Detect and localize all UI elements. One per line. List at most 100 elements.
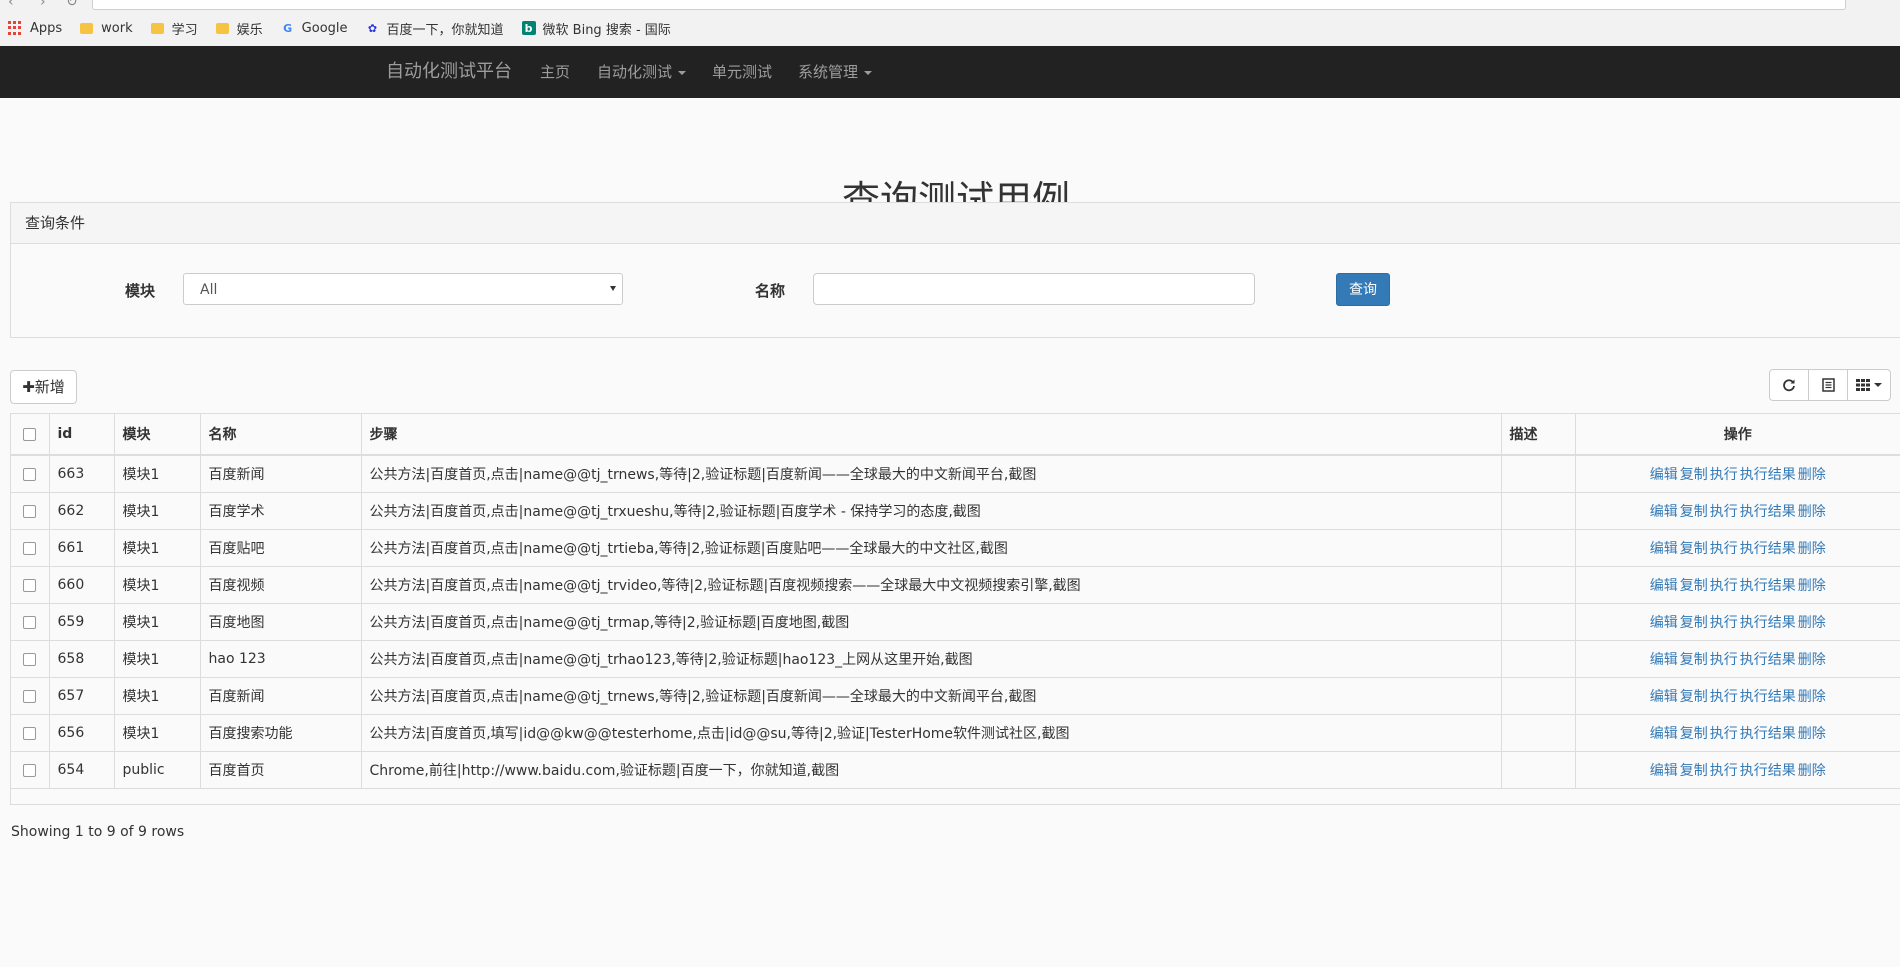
run-result-link[interactable]: 执行结果 xyxy=(1740,541,1796,557)
select-all-checkbox[interactable] xyxy=(11,414,50,456)
bookmark-entertainment[interactable]: 娱乐 xyxy=(215,19,263,38)
run-link[interactable]: 执行 xyxy=(1710,652,1738,668)
refresh-button[interactable] xyxy=(1769,369,1809,401)
delete-link[interactable]: 删除 xyxy=(1798,726,1826,742)
edit-link[interactable]: 编辑 xyxy=(1650,578,1678,594)
run-result-link[interactable]: 执行结果 xyxy=(1740,578,1796,594)
delete-link[interactable]: 删除 xyxy=(1798,652,1826,668)
bookmark-apps[interactable]: Apps xyxy=(8,21,62,36)
columns-button[interactable] xyxy=(1847,369,1891,401)
row-checkbox[interactable] xyxy=(11,529,50,567)
delete-link[interactable]: 删除 xyxy=(1798,467,1826,483)
bookmark-baidu[interactable]: ✿ 百度一下，你就知道 xyxy=(366,19,504,38)
delete-link[interactable]: 删除 xyxy=(1798,504,1826,520)
delete-link[interactable]: 删除 xyxy=(1798,578,1826,594)
delete-link[interactable]: 删除 xyxy=(1798,541,1826,557)
nav-item-system[interactable]: 系统管理 xyxy=(798,46,873,98)
query-button[interactable]: 查询 xyxy=(1336,273,1390,306)
copy-link[interactable]: 复制 xyxy=(1680,541,1708,557)
edit-link[interactable]: 编辑 xyxy=(1650,467,1678,483)
caret-down-icon xyxy=(864,70,873,75)
copy-link[interactable]: 复制 xyxy=(1680,689,1708,705)
copy-link[interactable]: 复制 xyxy=(1680,504,1708,520)
checkbox-icon xyxy=(23,615,37,629)
cell-steps: 公共方法|百度首页,点击|name@@tj_trhao123,等待|2,验证标题… xyxy=(361,640,1502,678)
row-checkbox[interactable] xyxy=(11,455,50,493)
edit-link[interactable]: 编辑 xyxy=(1650,689,1678,705)
table-row: 662 模块1 百度学术 公共方法|百度首页,点击|name@@tj_trxueshu… xyxy=(11,492,1900,530)
nav-item-automation[interactable]: 自动化测试 xyxy=(597,46,687,98)
run-result-link[interactable]: 执行结果 xyxy=(1740,615,1796,631)
run-link[interactable]: 执行 xyxy=(1710,541,1738,557)
row-checkbox[interactable] xyxy=(11,677,50,715)
delete-link[interactable]: 删除 xyxy=(1798,763,1826,779)
apps-grid-icon xyxy=(8,21,22,35)
copy-link[interactable]: 复制 xyxy=(1680,763,1708,779)
navbar-brand[interactable]: 自动化测试平台 xyxy=(386,46,512,98)
add-button[interactable]: ✚新增 xyxy=(10,370,77,404)
run-link[interactable]: 执行 xyxy=(1710,504,1738,520)
delete-link[interactable]: 删除 xyxy=(1798,689,1826,705)
run-link[interactable]: 执行 xyxy=(1710,615,1738,631)
cell-steps: Chrome,前往|http://www.baidu.com,验证标题|百度一下… xyxy=(361,751,1502,789)
forward-icon[interactable]: › xyxy=(40,0,46,10)
run-link[interactable]: 执行 xyxy=(1710,726,1738,742)
bookmark-work[interactable]: work xyxy=(80,21,133,36)
copy-link[interactable]: 复制 xyxy=(1680,652,1708,668)
copy-link[interactable]: 复制 xyxy=(1680,726,1708,742)
run-result-link[interactable]: 执行结果 xyxy=(1740,763,1796,779)
bookmark-study[interactable]: 学习 xyxy=(150,19,198,38)
run-result-link[interactable]: 执行结果 xyxy=(1740,467,1796,483)
toggle-view-button[interactable] xyxy=(1808,369,1848,401)
copy-link[interactable]: 复制 xyxy=(1680,578,1708,594)
run-result-link[interactable]: 执行结果 xyxy=(1740,652,1796,668)
edit-link[interactable]: 编辑 xyxy=(1650,652,1678,668)
column-header-steps[interactable]: 步骤 xyxy=(361,414,1502,456)
copy-link[interactable]: 复制 xyxy=(1680,467,1708,483)
table-row: 657 模块1 百度新闻 公共方法|百度首页,点击|name@@tj_trnews,等… xyxy=(11,677,1900,715)
address-bar[interactable] xyxy=(92,0,1846,10)
edit-link[interactable]: 编辑 xyxy=(1650,763,1678,779)
reload-icon[interactable]: ↻ xyxy=(66,0,78,10)
query-panel: 查询条件 模块 All 名称 查询 xyxy=(10,202,1900,338)
run-result-link[interactable]: 执行结果 xyxy=(1740,504,1796,520)
run-link[interactable]: 执行 xyxy=(1710,689,1738,705)
column-header-module[interactable]: 模块 xyxy=(114,414,201,456)
nav-item-home[interactable]: 主页 xyxy=(540,46,570,98)
row-checkbox[interactable] xyxy=(11,640,50,678)
row-checkbox[interactable] xyxy=(11,751,50,789)
column-header-desc[interactable]: 描述 xyxy=(1501,414,1576,456)
edit-link[interactable]: 编辑 xyxy=(1650,726,1678,742)
bookmark-label: 学习 xyxy=(171,22,198,38)
back-icon[interactable]: ‹ xyxy=(8,0,14,10)
table-row: 661 模块1 百度贴吧 公共方法|百度首页,点击|name@@tj_trtieba,… xyxy=(11,529,1900,567)
run-link[interactable]: 执行 xyxy=(1710,763,1738,779)
bookmark-bing[interactable]: b 微软 Bing 搜索 - 国际 xyxy=(521,19,671,38)
column-header-ops: 操作 xyxy=(1575,414,1900,456)
run-result-link[interactable]: 执行结果 xyxy=(1740,726,1796,742)
column-header-name[interactable]: 名称 xyxy=(200,414,362,456)
row-checkbox[interactable] xyxy=(11,714,50,752)
edit-link[interactable]: 编辑 xyxy=(1650,541,1678,557)
caret-down-icon xyxy=(1874,383,1882,387)
delete-link[interactable]: 删除 xyxy=(1798,615,1826,631)
name-input[interactable] xyxy=(813,273,1255,305)
run-result-link[interactable]: 执行结果 xyxy=(1740,689,1796,705)
cell-id: 657 xyxy=(49,677,115,715)
cell-steps: 公共方法|百度首页,点击|name@@tj_trtieba,等待|2,验证标题|… xyxy=(361,529,1502,567)
cell-steps: 公共方法|百度首页,点击|name@@tj_trxueshu,等待|2,验证标题… xyxy=(361,492,1502,530)
edit-link[interactable]: 编辑 xyxy=(1650,504,1678,520)
module-select[interactable]: All xyxy=(183,273,623,305)
run-link[interactable]: 执行 xyxy=(1710,467,1738,483)
copy-link[interactable]: 复制 xyxy=(1680,615,1708,631)
cell-desc xyxy=(1501,640,1576,678)
edit-link[interactable]: 编辑 xyxy=(1650,615,1678,631)
column-header-id[interactable]: id xyxy=(49,414,115,456)
row-checkbox[interactable] xyxy=(11,492,50,530)
row-checkbox[interactable] xyxy=(11,566,50,604)
row-checkbox[interactable] xyxy=(11,603,50,641)
run-link[interactable]: 执行 xyxy=(1710,578,1738,594)
bookmark-google[interactable]: G Google xyxy=(281,21,347,36)
nav-item-unit-test[interactable]: 单元测试 xyxy=(712,46,772,98)
checkbox-icon xyxy=(23,763,37,777)
